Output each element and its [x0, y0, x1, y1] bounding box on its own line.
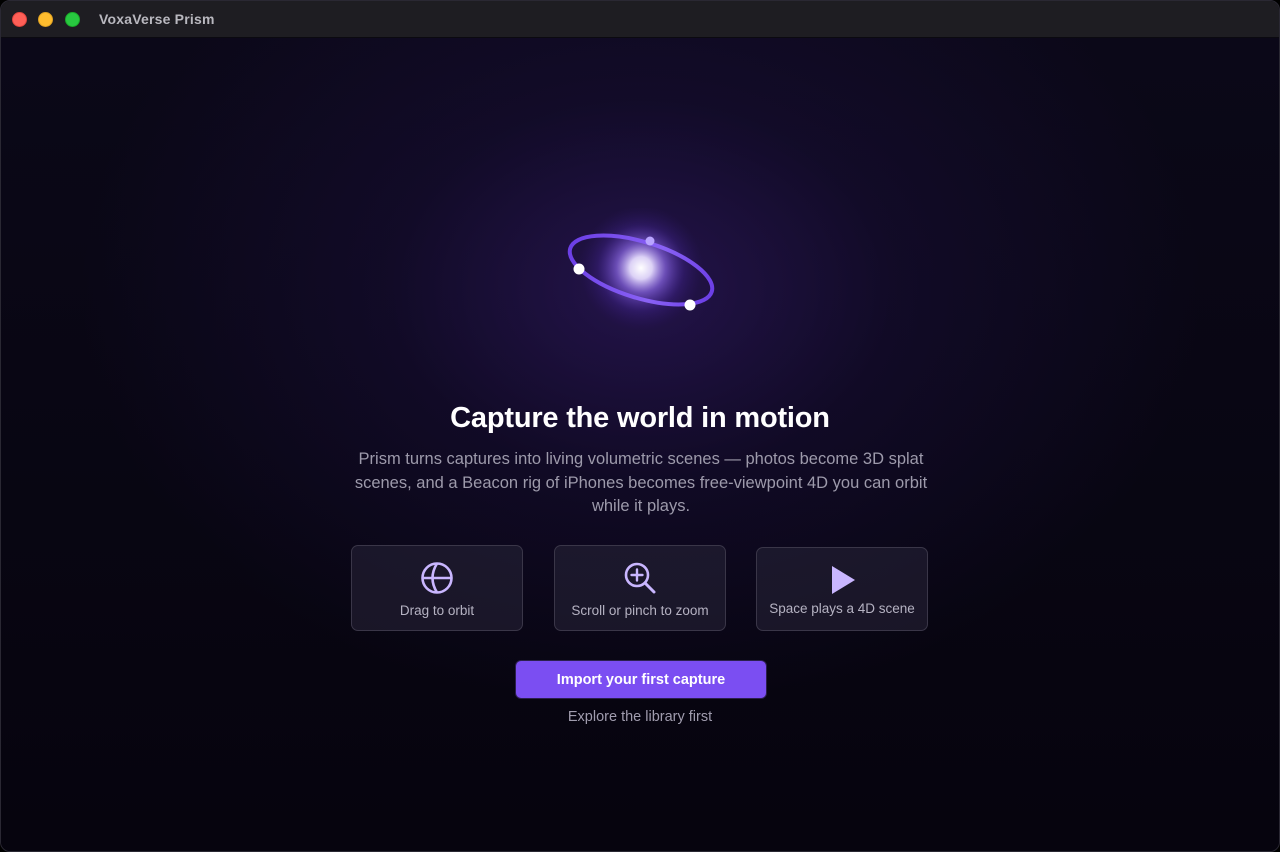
hint-card-zoom: Scroll or pinch to zoom [554, 545, 726, 631]
welcome-headline: Capture the world in motion [450, 402, 830, 434]
hint-label-orbit: Drag to orbit [399, 603, 475, 618]
hint-card-play: Space plays a 4D scene [756, 547, 928, 631]
hint-card-orbit: Drag to orbit [351, 545, 523, 631]
zoom-in-icon [624, 562, 656, 594]
glow-core [579, 208, 703, 330]
hint-label-play: Space plays a 4D scene [769, 601, 915, 616]
welcome-screen: Capture the world in motion Prism turns … [1, 38, 1279, 851]
explore-library-link[interactable]: Explore the library first [1, 709, 1279, 725]
globe-orbit-icon [421, 562, 453, 594]
orbit-glow-icon [567, 208, 715, 330]
import-capture-button[interactable]: Import your first capture [516, 661, 766, 698]
orbit-dot-right [684, 299, 696, 311]
app-window: VoxaVerse Prism Capture the world in mot… [0, 0, 1280, 852]
welcome-description: Prism turns captures into living volumet… [354, 450, 928, 515]
zoom-window-button[interactable] [65, 12, 80, 27]
title-bar[interactable]: VoxaVerse Prism [1, 1, 1279, 38]
window-title: VoxaVerse Prism [99, 11, 215, 27]
minimize-window-button[interactable] [38, 12, 53, 27]
orbit-dot-top [645, 236, 655, 246]
hint-label-zoom: Scroll or pinch to zoom [571, 603, 709, 618]
orbit-dot-left [573, 263, 585, 275]
close-window-button[interactable] [12, 12, 27, 27]
play-icon [832, 566, 855, 594]
